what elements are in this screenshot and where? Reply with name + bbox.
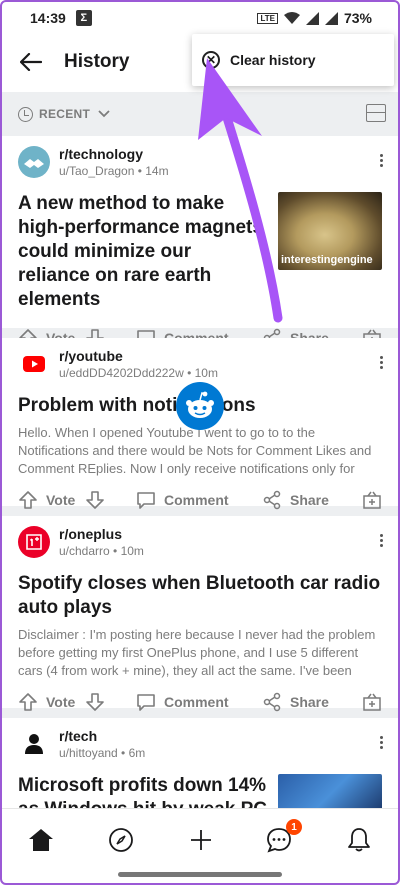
nav-home[interactable] xyxy=(26,825,56,855)
subreddit-avatar-oneplus[interactable] xyxy=(18,526,50,558)
post-meta: r/oneplus u/chdarro • 10m xyxy=(59,526,144,559)
home-icon xyxy=(29,829,53,851)
close-circle-icon: ✕ xyxy=(202,51,220,69)
lte-icon: LTE xyxy=(257,12,278,24)
post-meta: r/youtube u/eddDD4202Ddd222w • 10m xyxy=(59,348,218,381)
award-button[interactable] xyxy=(362,490,382,515)
post-card[interactable]: r/technology u/Tao_Dragon • 14m A new me… xyxy=(0,136,400,348)
comment-label: Comment xyxy=(164,694,229,710)
post-title[interactable]: Microsoft profits down 14% as Windows hi… xyxy=(18,774,268,808)
thumbnail-caption: interestingengine xyxy=(281,254,373,266)
back-arrow-icon xyxy=(20,53,42,71)
nav-discover[interactable] xyxy=(106,825,136,855)
person-icon xyxy=(25,734,43,754)
post-author-time[interactable]: u/chdarro • 10m xyxy=(59,543,144,559)
signal-icon xyxy=(305,11,319,25)
sort-dropdown[interactable]: RECENT xyxy=(39,107,90,121)
nav-create-post[interactable] xyxy=(186,825,216,855)
post-header: r/tech u/hittoyand • 6m xyxy=(18,728,382,768)
oneplus-logo-icon xyxy=(26,534,42,550)
more-options-icon[interactable] xyxy=(380,736,384,751)
vote-label: Vote xyxy=(46,694,76,710)
more-options-icon[interactable] xyxy=(380,356,384,371)
carrier-icon: Σ xyxy=(75,10,92,26)
more-options-icon[interactable] xyxy=(380,154,384,169)
subreddit-avatar-youtube[interactable] xyxy=(18,348,50,380)
more-options-icon[interactable] xyxy=(380,534,384,549)
post-author-time[interactable]: u/Tao_Dragon • 14m xyxy=(59,163,169,179)
plus-icon xyxy=(191,830,211,850)
bottom-navigation: 1 xyxy=(0,808,400,870)
post-meta: r/tech u/hittoyand • 6m xyxy=(59,728,145,761)
share-label: Share xyxy=(290,694,329,710)
downvote-icon[interactable] xyxy=(85,692,105,712)
post-title[interactable]: Spotify closes when Bluetooth car radio … xyxy=(18,572,382,620)
subreddit-name[interactable]: r/oneplus xyxy=(59,526,144,543)
post-body[interactable]: Hello. When I opened Youtube I went to g… xyxy=(18,424,382,478)
post-title-row: Microsoft profits down 14% as Windows hi… xyxy=(18,774,382,808)
comment-button[interactable]: Comment xyxy=(136,692,229,712)
post-author-time[interactable]: u/eddDD4202Ddd222w • 10m xyxy=(59,365,218,381)
vote-group: Vote xyxy=(18,490,105,510)
post-title-row: A new method to make high-performance ma… xyxy=(18,192,382,312)
nav-chat[interactable]: 1 xyxy=(264,819,302,855)
subreddit-name[interactable]: r/tech xyxy=(59,728,145,745)
downvote-icon[interactable] xyxy=(85,490,105,510)
post-thumbnail[interactable]: interestingengine xyxy=(278,192,382,270)
share-button[interactable]: Share xyxy=(262,490,329,510)
handshake-icon xyxy=(18,146,50,178)
post-card[interactable]: r/tech u/hittoyand • 6m Microsoft profit… xyxy=(0,718,400,808)
signal-icon-2 xyxy=(324,11,338,25)
comment-label: Comment xyxy=(164,492,229,508)
compass-icon xyxy=(109,828,133,852)
clock-icon xyxy=(18,106,33,122)
back-button[interactable] xyxy=(18,49,44,75)
bell-icon xyxy=(348,828,370,852)
subreddit-name[interactable]: r/youtube xyxy=(59,348,218,365)
sort-bar: RECENT xyxy=(0,92,400,136)
share-button[interactable]: Share xyxy=(262,692,329,712)
vote-label: Vote xyxy=(46,492,76,508)
post-meta: r/technology u/Tao_Dragon • 14m xyxy=(59,146,169,179)
upvote-icon[interactable] xyxy=(18,692,38,712)
subreddit-avatar-tech[interactable] xyxy=(18,728,50,760)
post-body[interactable]: Disclaimer : I'm posting here because I … xyxy=(18,626,382,680)
status-bar: 14:39 Σ LTE 73% xyxy=(0,0,400,36)
clear-history-menu-item[interactable]: ✕ Clear history xyxy=(192,34,394,86)
comment-icon xyxy=(137,694,155,711)
gift-icon xyxy=(363,693,381,711)
subreddit-avatar-technology[interactable] xyxy=(18,146,50,178)
view-layout-button[interactable] xyxy=(366,104,386,122)
comment-icon xyxy=(137,492,155,509)
share-label: Share xyxy=(290,492,329,508)
chat-badge: 1 xyxy=(286,819,302,835)
post-header: r/technology u/Tao_Dragon • 14m xyxy=(18,146,382,186)
wifi-icon xyxy=(283,11,300,24)
status-right: LTE 73% xyxy=(257,10,372,26)
upvote-icon[interactable] xyxy=(18,490,38,510)
post-card[interactable]: r/oneplus u/chdarro • 10m Spotify closes… xyxy=(0,516,400,712)
youtube-logo-icon xyxy=(23,356,45,372)
reddit-snoo-floating-button[interactable] xyxy=(176,382,224,430)
page-title: History xyxy=(64,51,130,72)
post-title[interactable]: A new method to make high-performance ma… xyxy=(18,192,268,312)
chevron-down-icon[interactable] xyxy=(98,110,110,118)
gift-icon xyxy=(363,491,381,509)
vote-group: Vote xyxy=(18,692,105,712)
post-header: r/oneplus u/chdarro • 10m xyxy=(18,526,382,566)
subreddit-name[interactable]: r/technology xyxy=(59,146,169,163)
share-icon xyxy=(263,490,281,510)
history-feed: r/technology u/Tao_Dragon • 14m A new me… xyxy=(0,136,400,808)
status-time: 14:39 xyxy=(30,10,66,26)
clear-history-label: Clear history xyxy=(230,52,316,68)
comment-button[interactable]: Comment xyxy=(136,490,229,510)
award-button[interactable] xyxy=(362,692,382,717)
snoo-icon xyxy=(186,391,214,418)
system-home-indicator[interactable] xyxy=(118,872,282,877)
post-thumbnail[interactable] xyxy=(278,774,382,808)
nav-notifications[interactable] xyxy=(344,825,374,855)
post-author-time[interactable]: u/hittoyand • 6m xyxy=(59,745,145,761)
battery-percentage: 73% xyxy=(343,10,372,26)
share-icon xyxy=(263,692,281,712)
